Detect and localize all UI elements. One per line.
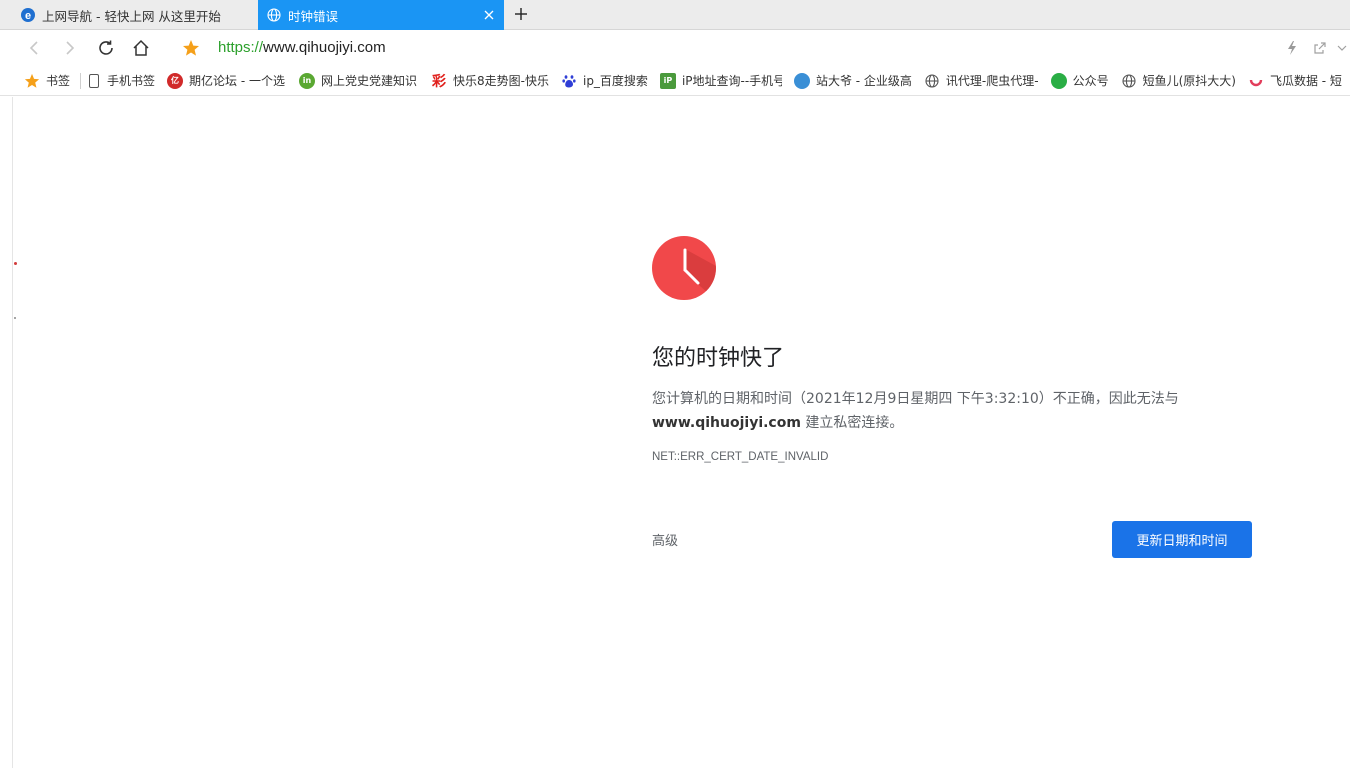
error-domain: www.qihuojiyi.com [652,415,801,431]
bookmarks-bar: 书签 手机书签 亿 期亿论坛 - 一个选 in 网上党史党建知识 彩 快乐8走势… [0,66,1350,96]
bookmark-label: ip_百度搜索 [582,74,648,88]
reload-button[interactable] [94,36,118,60]
bookmark-star-icon[interactable] [179,36,203,60]
bookmark-label: 书签 [46,74,71,88]
baidu-paw-icon [561,73,577,89]
address-bar[interactable]: https://www.qihuojiyi.com [218,37,386,59]
bookmark-item[interactable]: 彩 快乐8走势图-快乐 [431,72,549,90]
globe-icon [266,7,282,23]
bookmark-item[interactable]: 站大爷 - 企业级高 [793,72,912,89]
bookmarks-root[interactable]: 书签 [24,72,70,89]
bookmark-label: 手机书签 [107,74,156,88]
star-icon [24,73,40,89]
error-title: 您的时钟快了 [652,346,785,371]
divider [80,72,82,89]
caibao-icon: 彩 [432,73,447,90]
qiyi-icon: 亿 [167,72,184,89]
tab-strip: e 上网导航 - 轻快上网 从这里开始 时钟错误 [0,0,1350,30]
chevron-down-icon[interactable] [1334,36,1350,60]
error-description-text: 您计算机的日期和时间（2021年12月9日星期四 下午3:32:10）不正确，因… [652,391,1179,407]
tab-navigation[interactable]: e 上网导航 - 轻快上网 从这里开始 [12,0,256,30]
tab-label: 上网导航 - 轻快上网 从这里开始 [42,8,221,24]
home-button[interactable] [129,36,153,60]
bookmark-item[interactable]: 公众号 [1050,72,1109,89]
bookmark-label: 短鱼儿(原抖大大) [1142,74,1236,88]
bookmark-item[interactable]: in 网上党史党建知识 [299,72,417,89]
bookmark-item[interactable]: 飞瓜数据 - 短 [1248,72,1342,89]
bookmark-label: 站大爷 - 企业级高 [815,74,912,88]
bookmark-label: 网上党史党建知识 [321,74,418,88]
bookmark-item[interactable]: 亿 期亿论坛 - 一个选 [167,72,285,89]
error-code: NET::ERR_CERT_DATE_INVALID [652,451,829,463]
toolbar: https://www.qihuojiyi.com [0,31,1350,65]
svg-text:e: e [25,10,31,22]
phone-icon [89,73,100,88]
forward-button[interactable] [58,36,82,60]
update-date-time-button[interactable]: 更新日期和时间 [1112,521,1252,558]
tab-label: 时钟错误 [288,8,339,24]
bookmark-label: 期亿论坛 - 一个选 [189,74,285,88]
globe-icon [924,73,940,89]
share-icon[interactable] [1308,36,1332,60]
close-icon[interactable] [478,4,500,26]
error-description: 您计算机的日期和时间（2021年12月9日星期四 下午3:32:10）不正确，因… [652,387,1212,435]
bookmark-label: 飞瓜数据 - 短 [1269,74,1342,88]
url-host: www.qihuojiyi.com [263,39,386,56]
in-icon: in [299,72,315,89]
zdy-icon [793,72,810,89]
bookmark-item[interactable]: ip_百度搜索 [561,72,648,89]
globe-icon [1121,73,1137,89]
feigua-icon [1248,73,1264,89]
bookmark-item[interactable]: 短鱼儿(原抖大大) [1121,72,1236,89]
marker-dot [14,262,17,265]
error-description-text: 建立私密连接。 [805,415,904,431]
url-scheme: https:// [218,39,264,56]
back-button[interactable] [22,36,46,60]
bookmark-item[interactable]: 讯代理-爬虫代理- [924,72,1039,89]
lightning-icon[interactable] [1280,36,1304,60]
bookmark-label: 快乐8走势图-快乐 [453,74,549,88]
bookmark-label: iP地址查询--手机号 [681,74,782,88]
bookmark-label: 讯代理-爬虫代理- [945,74,1039,88]
clock-error-icon [652,236,716,300]
bookmark-item[interactable]: iP iP地址查询--手机号 [659,72,782,89]
ip-map-icon: iP [659,72,676,89]
tab-clock-error[interactable]: 时钟错误 [258,0,504,30]
bookmark-label: 公众号 [1072,74,1109,88]
marker-dot [14,317,16,319]
new-tab-button[interactable] [510,3,532,25]
ie-icon: e [20,7,36,23]
wechat-icon [1050,72,1067,89]
bookmark-item[interactable]: 手机书签 [89,72,155,89]
advanced-button[interactable]: 高级 [652,530,678,549]
